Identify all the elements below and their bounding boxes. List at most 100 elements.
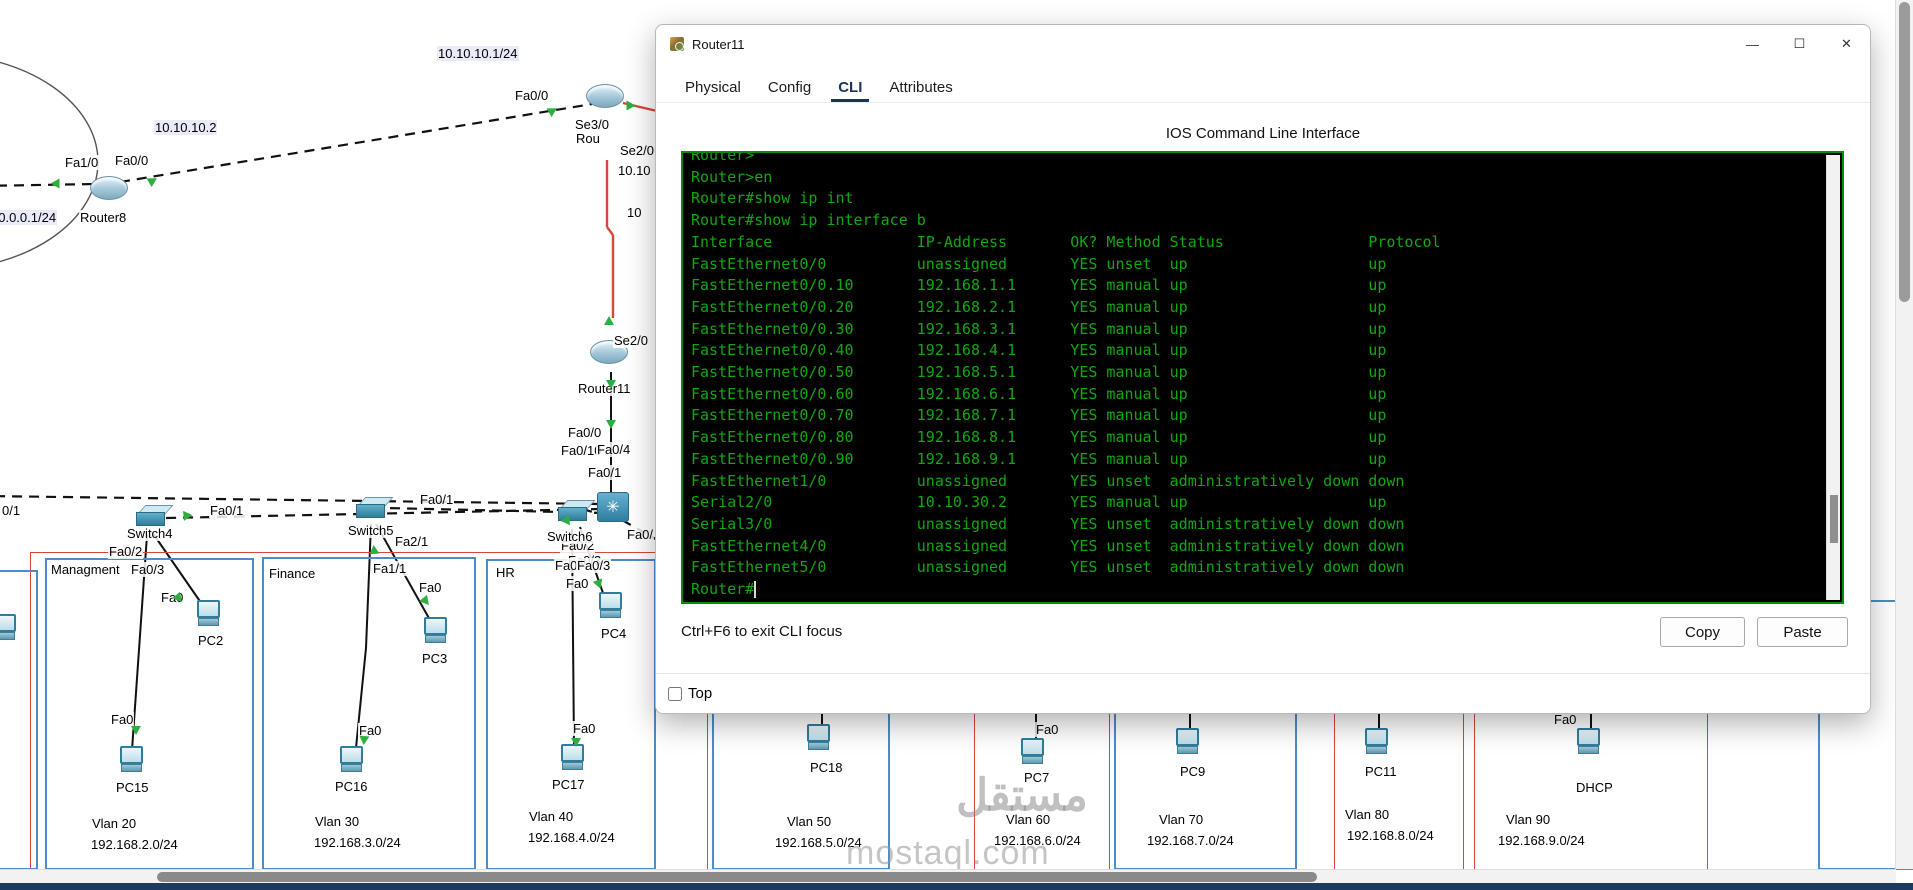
topology-label: PC9 [1179,764,1207,779]
bottom-toolbar-strip [0,883,1913,890]
horizontal-scrollbar-thumb[interactable] [157,872,1317,882]
terminal-scrollbar-thumb[interactable] [1830,495,1838,543]
device-router-top[interactable] [586,84,624,108]
link-status-triangle [626,100,636,111]
topology-label: Managment [50,562,121,577]
topology-label: Vlan 30 [314,814,361,829]
topology-label: Fa0/1 [419,492,455,507]
topology-label: Fa0 [554,558,579,573]
topology-label: Fa0 [572,721,597,736]
topology-label: 192.168.3.0/24 [313,835,402,850]
topology-label: Fa0/3 [130,562,166,577]
link-line-dash [119,102,593,184]
topology-label: Se3/0 [574,117,610,132]
topology-label: Fa0/0 [567,425,603,440]
topology-label: Fa0/1 [587,465,623,480]
link-status-triangle [368,544,380,555]
top-checkbox[interactable] [668,686,682,701]
device-pc11[interactable] [1362,728,1390,754]
topology-label: Se2/0 [613,333,649,348]
copy-button[interactable]: Copy [1660,617,1745,647]
device-pc3[interactable] [421,617,449,643]
topology-label: PC2 [197,633,225,648]
cli-heading: IOS Command Line Interface [1165,125,1361,142]
device-pc9[interactable] [1173,728,1201,754]
device-core-switch[interactable]: ✳ [597,492,629,522]
close-button[interactable]: ✕ [1823,25,1870,63]
topology-label: PC15 [115,780,150,795]
topology-label: 192.168.4.0/24 [527,830,616,845]
topology-label: Fa0/1 [209,503,245,518]
topology-label: 10.10 [617,163,652,178]
topology-label: PC16 [334,779,369,794]
tab-physical[interactable]: Physical [678,77,748,102]
link-line-dash [0,182,97,187]
device-pc7[interactable] [1018,738,1046,764]
minimize-button[interactable]: — [1729,25,1776,63]
topology-label: Rou [575,131,601,146]
top-checkbox-row: Top [668,685,712,702]
topology-label: Fa0 [565,576,590,591]
topology-label: Fa2/1 [394,534,430,549]
device-pc17[interactable] [558,744,586,770]
link-status-triangle [604,316,614,325]
tab-config[interactable]: Config [761,77,818,102]
device-switch5[interactable] [356,497,388,518]
topology-label: Vlan 80 [1344,807,1391,822]
dialog-titlebar[interactable]: Router11 — ☐ ✕ [656,25,1870,63]
topology-label: Fa0/2 [108,544,144,559]
device-pc4[interactable] [596,592,624,618]
topology-label: Vlan 90 [1505,812,1552,827]
device-router8[interactable] [90,176,128,200]
window-controls: — ☐ ✕ [1729,25,1870,63]
link-status-triangle [183,510,193,521]
topology-label: Finance [268,566,317,581]
tab-cli[interactable]: CLI [831,77,870,102]
topology-label: Se2/0 [619,143,655,158]
paste-button[interactable]: Paste [1757,617,1848,647]
topology-label: Switch4 [126,526,174,541]
cli-output: Router> Router>en Router#show ip int Rou… [691,151,1441,599]
cli-caret [754,581,756,598]
topology-label: Vlan 40 [528,809,575,824]
link-status-triangle [606,380,616,389]
device-pc18[interactable] [804,724,832,750]
topology-label: 192.168.7.0/24 [1146,833,1235,848]
topology-label: PC4 [600,626,628,641]
vlan-box [262,557,476,870]
device-dhcp-server[interactable] [1574,728,1602,754]
topology-label: Fa0/3 [576,558,612,573]
vertical-scrollbar[interactable] [1895,0,1913,869]
topology-label: Fa0 [1553,712,1578,727]
topology-label: 10 [626,205,643,220]
link-status-triangle [131,726,141,735]
topology-label: Fa0 [418,580,443,595]
topology-label: 10.10.10.2 [154,120,218,135]
topology-label: Fa0/0 [114,153,150,168]
device-pc2[interactable] [194,600,222,626]
vertical-scrollbar-thumb[interactable] [1899,2,1910,302]
topology-label: 192.168.2.0/24 [90,837,179,852]
watermark-arabic: مستقل [956,771,1088,820]
dialog-title: Router11 [692,36,745,52]
topology-label: PC3 [421,651,449,666]
topology-label: Vlan 20 [91,816,138,831]
top-checkbox-label: Top [688,685,713,702]
device-switch4[interactable] [136,505,168,526]
terminal-scrollbar[interactable] [1826,155,1840,600]
horizontal-scrollbar[interactable] [0,869,1896,884]
topology-label: Switch6 [546,529,594,544]
topology-label: HR [495,565,516,580]
maximize-button[interactable]: ☐ [1776,25,1823,63]
topology-label: Router11 [577,381,632,396]
tab-attributes[interactable]: Attributes [882,77,959,102]
device-pc16[interactable] [337,746,365,772]
device-pc15[interactable] [117,746,145,772]
topology-label: Fa1/0 [64,155,100,170]
device-pc-left[interactable] [0,614,18,640]
link-line-dash [0,495,601,506]
dialog-separator [656,673,1870,674]
router11-dialog: Router11 — ☐ ✕ Physical Config CLI Attri… [655,24,1871,714]
cli-terminal[interactable]: Router> Router>en Router#show ip int Rou… [681,151,1844,604]
watermark-latin: mostaql.com [846,834,1050,872]
